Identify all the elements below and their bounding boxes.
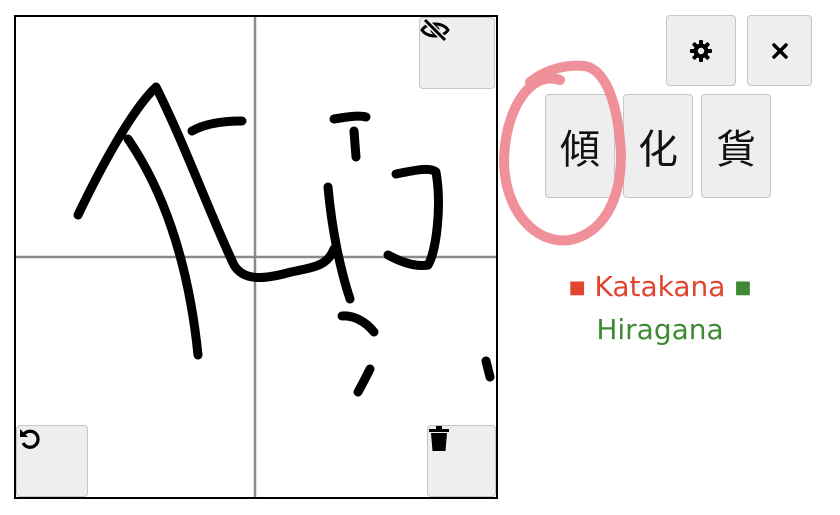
settings-button[interactable] [666,15,736,86]
undo-button[interactable] [16,425,88,497]
drawing-canvas[interactable] [14,15,498,499]
candidate-char-1[interactable]: 傾 [545,94,615,198]
gear-icon [689,39,713,63]
candidate-char-2[interactable]: 化 [623,94,693,198]
stroke-11 [481,356,495,382]
stroke-9 [337,311,379,337]
stroke-10 [353,364,375,397]
clear-button[interactable] [427,425,496,497]
katakana-label: Katakana [594,270,726,303]
close-icon [771,42,789,60]
candidate-char-3[interactable]: 貨 [701,94,771,198]
stroke-7 [323,182,355,304]
stroke-3 [123,134,203,360]
script-legend: ■ Katakana ■ Hiragana [540,266,780,351]
hiragana-label: Hiragana [596,313,724,346]
candidate-char-text: 傾 [560,127,600,173]
stroke-6 [349,126,361,162]
katakana-marker: ■ [568,277,586,298]
candidate-char-text: 化 [638,127,678,173]
close-button[interactable] [747,15,812,86]
stroke-8 [383,164,443,270]
handwriting-strokes [73,82,495,397]
hide-strokes-button[interactable] [419,17,495,89]
hiragana-marker: ■ [734,277,752,298]
stroke-1 [73,84,159,220]
stroke-4 [187,116,247,136]
canvas-strokes[interactable] [16,17,496,497]
candidate-char-text: 貨 [716,127,756,173]
stroke-5 [329,111,371,124]
